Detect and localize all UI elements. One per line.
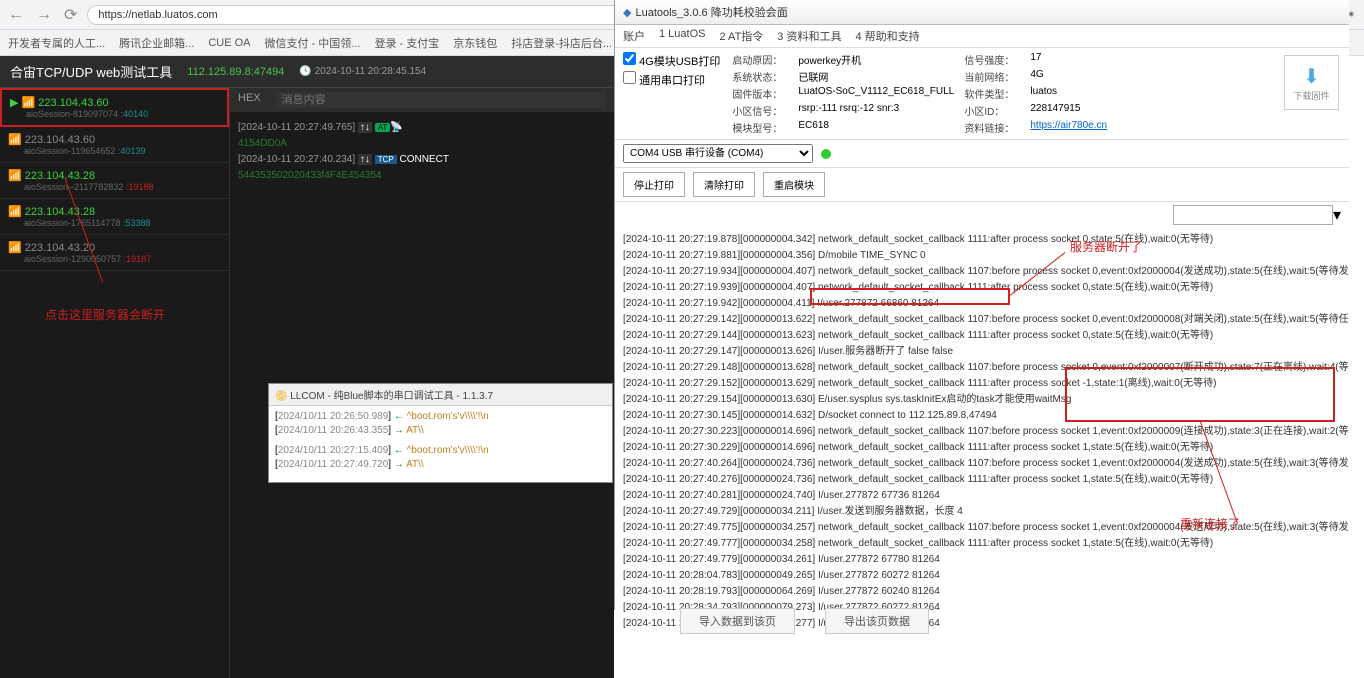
log-line: [2024-10-11 20:27:29.148][000000013.628]… — [623, 360, 1341, 376]
annotation-server-disconnected: 服务器断开了 — [1070, 238, 1142, 255]
reload-icon[interactable]: ⟳ — [64, 5, 77, 25]
message-input[interactable] — [276, 92, 606, 108]
log-line: [2024-10-11 20:27:40.281][000000024.740]… — [623, 488, 1341, 504]
stop-print-button[interactable]: 停止打印 — [623, 172, 685, 197]
llcom-title: 📀 LLCOM - 纯Blue脚本的串口调试工具 - 1.1.3.7 — [269, 384, 612, 406]
clear-print-button[interactable]: 清除打印 — [693, 172, 755, 197]
log-line: [2024-10-11 20:27:19.934][000000004.407]… — [623, 264, 1341, 280]
luatools-titlebar: ◆ Luatools_3.0.6 降功耗校验会面 — [615, 0, 1349, 25]
connection-item[interactable]: ▶ 📶 223.104.43.60 aioSession-819097074 :… — [0, 88, 229, 127]
log-line: [2024-10-11 20:27:19.881][000000004.356]… — [623, 248, 1341, 264]
menu-at[interactable]: 2 AT指令 — [719, 28, 763, 44]
bookmark-item[interactable]: CUE OA — [208, 37, 250, 49]
webtest-title: 合宙TCP/UDP web测试工具 — [10, 62, 172, 81]
connection-item[interactable]: 📶 223.104.43.28 aioSession--2117782832 :… — [0, 163, 229, 199]
log-line: [2024-10-11 20:27:49.779][000000034.261]… — [623, 552, 1341, 568]
log-line: [2024-10-11 20:28:04.783][000000049.265]… — [623, 568, 1341, 584]
reboot-button[interactable]: 重启模块 — [763, 172, 825, 197]
log-line: [2024-10-11 20:28:19.793][000000064.269]… — [623, 584, 1341, 600]
log-line: [2024-10-11 20:27:30.229][000000014.696]… — [623, 440, 1341, 456]
download-firmware-button[interactable]: ⬇ 下载固件 — [1284, 55, 1339, 110]
log-line: [2024-10-11 20:27:30.223][000000014.696]… — [623, 424, 1341, 440]
back-icon[interactable]: ← — [8, 6, 24, 24]
bookmark-item[interactable]: 抖店登录-抖店后台... — [511, 35, 612, 51]
log-line: [2024-10-11 20:27:49.777][000000034.258]… — [623, 536, 1341, 552]
bookmark-item[interactable]: 微信支付 - 中国领... — [265, 35, 361, 51]
download-icon: ⬇ — [1303, 64, 1320, 89]
device-info-grid: 启动原因：powerkey开机 信号强度：17 系统状态：已联网 当前网络：4G… — [732, 52, 1341, 135]
log-search-input[interactable] — [1173, 205, 1333, 225]
bottom-tabs: 导入数据到该页 导出该页数据 — [680, 608, 929, 634]
annotation-click-disconnect: 点击这里服务器会断开 — [45, 306, 165, 323]
log-line: [2024-10-11 20:27:40.276][000000024.736]… — [623, 472, 1341, 488]
forward-icon[interactable]: → — [36, 6, 52, 24]
bookmark-item[interactable]: 腾讯企业邮箱... — [119, 35, 194, 51]
connection-list: ▶ 📶 223.104.43.60 aioSession-819097074 :… — [0, 88, 230, 678]
webtest-header: 合宙TCP/UDP web测试工具 112.125.89.8:47494 🕓 2… — [0, 56, 614, 88]
doc-link[interactable]: https://air780e.cn — [1030, 120, 1150, 135]
search-dropdown-icon[interactable]: ▾ — [1333, 205, 1341, 225]
log-line: [2024-10-11 20:27:19.878][000000004.342]… — [623, 232, 1341, 248]
checkbox-usb-print[interactable]: 4G模块USB打印 — [623, 52, 720, 69]
com-port-select[interactable]: COM4 USB 串行设备 (COM4) — [623, 144, 813, 163]
log-line: [2024-10-11 20:27:19.939][000000004.407]… — [623, 280, 1341, 296]
luatools-menubar: 账户 1 LuatOS 2 AT指令 3 资料和工具 4 帮助和支持 — [615, 25, 1349, 48]
llcom-log: [2024/10/11 20:26:50.989] ← ^boot.rom's'… — [269, 406, 612, 476]
annotation-reconnected: 重新连接了 — [1180, 515, 1240, 532]
app-icon: ◆ — [623, 6, 631, 19]
luatools-log[interactable]: [2024-10-11 20:27:19.878][000000004.342]… — [615, 228, 1349, 673]
log-line: [2024-10-11 20:27:19.942][000000004.411]… — [623, 296, 1341, 312]
log-line: [2024-10-11 20:27:29.152][000000013.629]… — [623, 376, 1341, 392]
bookmark-item[interactable]: 京东钱包 — [453, 35, 497, 51]
log-line: [2024-10-11 20:27:30.145][000000014.632]… — [623, 408, 1341, 424]
log-line: [2024-10-11 20:27:40.264][000000024.736]… — [623, 456, 1341, 472]
log-line: [2024-10-11 20:27:29.154][000000013.630]… — [623, 392, 1341, 408]
bookmark-item[interactable]: 开发者专属的人工... — [8, 35, 105, 51]
checkbox-uart-print[interactable]: 通用串口打印 — [623, 71, 720, 88]
connection-item[interactable]: 📶 223.104.43.60 aioSession-119654652 :40… — [0, 127, 229, 163]
menu-luatos[interactable]: 1 LuatOS — [659, 28, 705, 44]
webtest-panel: 合宙TCP/UDP web测试工具 112.125.89.8:47494 🕓 2… — [0, 56, 614, 674]
import-data-button[interactable]: 导入数据到该页 — [680, 608, 795, 634]
log-line: [2024-10-11 20:27:29.142][000000013.622]… — [623, 312, 1341, 328]
menu-account[interactable]: 账户 — [623, 28, 645, 44]
export-data-button[interactable]: 导出该页数据 — [825, 608, 929, 634]
status-led-icon — [821, 149, 831, 159]
llcom-window: 📀 LLCOM - 纯Blue脚本的串口调试工具 - 1.1.3.7 [2024… — [268, 383, 613, 483]
log-line: [2024-10-11 20:27:29.144][000000013.623]… — [623, 328, 1341, 344]
menu-help[interactable]: 4 帮助和支持 — [855, 28, 919, 44]
bookmark-item[interactable]: 登录 - 支付宝 — [374, 35, 439, 51]
luatools-controls: COM4 USB 串行设备 (COM4) — [615, 140, 1349, 168]
log-line: [2024-10-11 20:27:29.147][000000013.626]… — [623, 344, 1341, 360]
hex-label: HEX — [238, 92, 261, 108]
connection-item[interactable]: 📶 223.104.43.20 aioSession-1290050757 :1… — [0, 235, 229, 271]
connection-item[interactable]: 📶 223.104.43.28 aioSession-1765114778 :5… — [0, 199, 229, 235]
server-address: 112.125.89.8:47494 — [187, 66, 284, 78]
server-time: 🕓 2024-10-11 20:28:45.154 — [299, 66, 426, 77]
menu-tools[interactable]: 3 资料和工具 — [777, 28, 841, 44]
